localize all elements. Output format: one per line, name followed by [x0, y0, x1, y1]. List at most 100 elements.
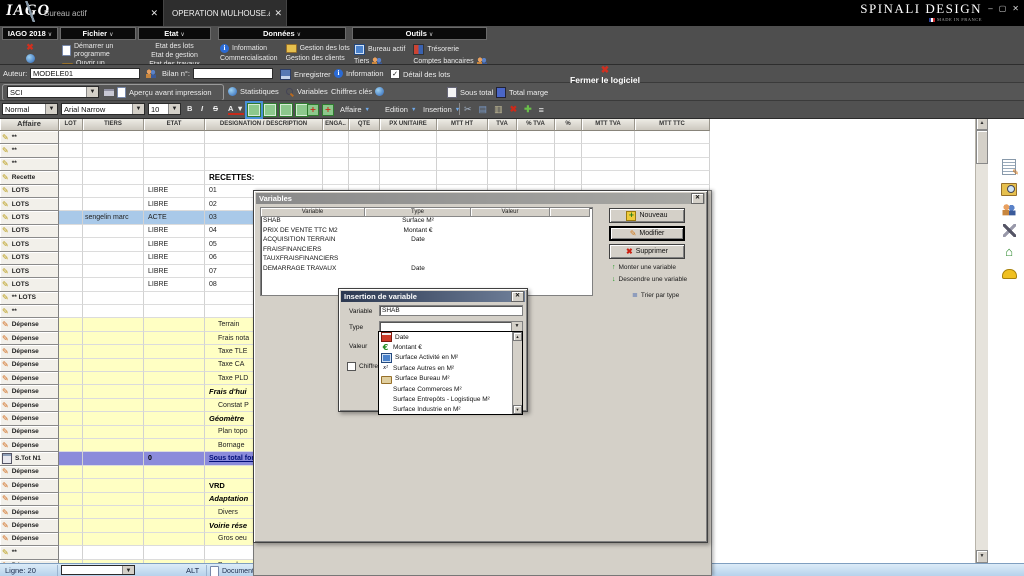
font-color-button[interactable]: A▼ [228, 104, 244, 115]
type-option[interactable]: Surface Activité en M² [379, 353, 513, 363]
insert-row-button[interactable]: + [307, 104, 319, 116]
scroll-down-icon[interactable]: ▼ [513, 405, 522, 414]
menu-item-demarrer-programme[interactable]: Démarrer un programme [60, 42, 136, 59]
column-header[interactable]: DESIGNATION / DESCRIPTION [205, 117, 323, 131]
type-option[interactable]: Montant € [379, 342, 513, 352]
cell-style-button-2[interactable] [263, 103, 277, 117]
close-window-button[interactable]: ✕ [1012, 5, 1019, 13]
add-icon[interactable]: ✚ [524, 104, 532, 115]
print-button[interactable] [103, 88, 115, 97]
menu-iago[interactable]: IAGO 2018∨ [2, 27, 58, 40]
close-dialog-icon[interactable]: ✕ [511, 291, 524, 302]
trier-par-type-link[interactable]: ≣Trier par type [632, 291, 679, 299]
variable-row[interactable]: TAUXFRAISFINANCIERS [261, 255, 592, 265]
variables-list[interactable]: Variable Type Valeur SHAB Surface M² PRI… [260, 207, 593, 296]
cut-icon[interactable]: ✂ [464, 104, 472, 115]
column-header[interactable]: QTE [349, 117, 380, 131]
modifier-button[interactable]: ✎Modifier [609, 226, 685, 241]
status-select[interactable]: ▼ [61, 565, 135, 575]
column-header[interactable]: MTT TVA [582, 117, 635, 131]
menu-item-tresorerie[interactable]: Trésorerie [411, 43, 488, 56]
menu-etat[interactable]: Etat∨ [138, 27, 211, 40]
document-button[interactable]: Document [210, 566, 254, 576]
variable-row[interactable]: FRAISFINANCIERS [261, 246, 592, 256]
delete-icon[interactable]: ✖ [510, 104, 518, 115]
construction-hat-icon[interactable] [1001, 264, 1017, 280]
column-header[interactable]: PX UNITAIRE [380, 117, 437, 131]
insertion-dialog-titlebar[interactable]: Insertion de variable ✕ [341, 291, 525, 302]
chiffres-cles-button[interactable]: Chiffres clés [331, 87, 384, 96]
search-folder-icon[interactable] [1001, 180, 1017, 196]
variable-row[interactable]: PRIX DE VENTE TTC M2 Montant € [261, 227, 592, 237]
italic-button[interactable]: I [201, 104, 203, 113]
type-option[interactable]: Surface Autres en M² [379, 363, 513, 373]
menu-item-bureau-actif[interactable]: Bureau actif [352, 43, 407, 56]
author-picker-icon[interactable] [146, 69, 156, 78]
statistiques-button[interactable]: Statistiques [228, 87, 279, 96]
contacts-icon[interactable] [1001, 201, 1017, 217]
menu-item-gestion-des-clients[interactable]: Gestion des clients [284, 54, 352, 63]
bold-button[interactable]: B [187, 104, 192, 113]
menu-item-gestion-des-lots[interactable]: Gestion des lots [284, 43, 352, 54]
dropdown-scrollbar[interactable]: ▲ ▼ [512, 332, 522, 414]
column-header[interactable]: % TVA [517, 117, 555, 131]
type-option[interactable]: Surface Industrie en M² [379, 405, 513, 415]
nouveau-button[interactable]: +Nouveau [609, 208, 685, 223]
minimize-button[interactable]: – [988, 5, 992, 13]
scroll-down-icon[interactable]: ▼ [976, 550, 988, 563]
type-option[interactable]: Date [379, 332, 513, 342]
close-tab-icon[interactable]: ✕ [270, 8, 286, 19]
column-header[interactable]: TVA [488, 117, 517, 131]
copy-icon[interactable]: ▤ [479, 104, 488, 115]
table-row[interactable]: ** [0, 131, 1024, 144]
auteur-input[interactable] [30, 68, 140, 79]
quit-icon[interactable]: ✖ [2, 42, 58, 52]
variables-button[interactable]: Variables [286, 87, 328, 96]
column-header[interactable]: LOT [59, 117, 83, 131]
vertical-scrollbar[interactable]: ▲ ▼ [975, 117, 988, 563]
monter-variable-link[interactable]: ↑Monter une variable [612, 264, 676, 271]
variables-dialog-titlebar[interactable]: Variables ✕ [256, 193, 705, 204]
total-marge-toggle[interactable]: Total marge [496, 87, 548, 98]
detail-lots-checkbox[interactable]: ✓Détail des lots [390, 69, 450, 79]
column-header[interactable]: ENGA.. [323, 117, 349, 131]
paste-icon[interactable]: ▥ [494, 104, 503, 115]
font-select[interactable]: Arial Narrow▼ [61, 103, 145, 115]
supprimer-button[interactable]: ✖Supprimer [609, 244, 685, 259]
menu-item-commercialisation[interactable]: Commercialisation [218, 54, 280, 63]
bilan-input[interactable] [193, 68, 273, 79]
apercu-button[interactable]: Aperçu avant impression [117, 87, 212, 98]
cell-style-button-3[interactable] [279, 103, 293, 117]
table-row[interactable]: ** [0, 158, 1024, 171]
tab-bureau-actif[interactable]: Bureau actif ✕ [36, 0, 162, 26]
variable-input[interactable] [379, 305, 523, 316]
menu-item-etat-de-gestion[interactable]: Etat de gestion [138, 51, 211, 60]
variable-row[interactable]: SHAB Surface M² [261, 217, 592, 227]
close-tab-icon[interactable]: ✕ [146, 8, 162, 19]
menu-item-etat-des-lots[interactable]: Etat des lots [138, 42, 211, 51]
column-header[interactable]: TIERS [83, 117, 144, 131]
style-select[interactable]: Normal▼ [2, 103, 58, 115]
scrollbar-thumb[interactable] [976, 130, 988, 164]
close-dialog-icon[interactable]: ✕ [691, 193, 704, 204]
strikethrough-button[interactable]: S [213, 104, 218, 113]
column-header[interactable]: Affaire [0, 117, 59, 131]
edition-menu-button[interactable]: Edition▼ [385, 105, 416, 114]
menu-outils[interactable]: Outils∨ [352, 27, 487, 40]
home-icon[interactable]: ⌂ [1001, 243, 1017, 259]
sci-select[interactable]: SCI▼ [7, 86, 99, 98]
type-dropdown-list[interactable]: Date Montant € Surface Activité en M² Su… [378, 331, 523, 415]
cell-style-button-1[interactable] [247, 103, 261, 117]
table-row[interactable]: ** [0, 144, 1024, 157]
font-size-select[interactable]: 10▼ [148, 103, 181, 115]
variable-row[interactable]: ACQUISITION TERRAIN Date [261, 236, 592, 246]
tab-operation-mulhouse[interactable]: OPERATION MULHOUSE.aff ✕ [163, 0, 287, 26]
list-icon[interactable]: ≡ [539, 105, 544, 115]
menu-item-information[interactable]: iInformation [218, 43, 280, 54]
variable-row[interactable]: DEMARRAGE TRAVAUX Date [261, 265, 592, 275]
descendre-variable-link[interactable]: ↓Descendre une variable [612, 276, 687, 283]
column-header[interactable]: MTT HT [437, 117, 488, 131]
type-option[interactable]: Surface Bureau M² [379, 374, 513, 384]
column-header[interactable]: % [555, 117, 582, 131]
tools-icon[interactable] [1001, 222, 1017, 238]
